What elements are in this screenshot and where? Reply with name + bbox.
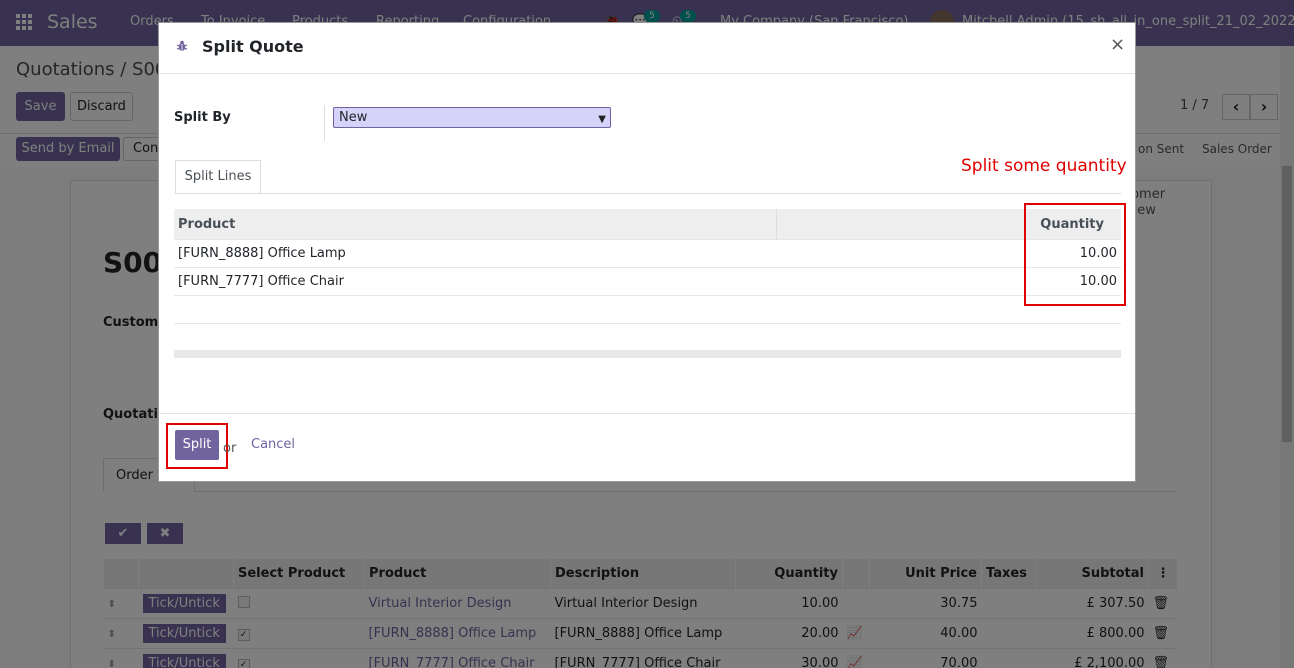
- tab-split-lines[interactable]: Split Lines: [175, 160, 261, 194]
- line-product[interactable]: [FURN_8888] Office Lamp: [174, 239, 1031, 268]
- split-lines-header: Product Quantity: [174, 209, 1121, 240]
- close-icon[interactable]: ×: [1110, 34, 1125, 55]
- split-by-value: New: [339, 110, 368, 125]
- col-product[interactable]: Product: [174, 209, 777, 240]
- split-lines-table: Product Quantity [FURN_8888] Office Lamp…: [174, 209, 1121, 324]
- field-divider: [324, 105, 325, 141]
- cancel-button[interactable]: Cancel: [251, 437, 295, 452]
- chevron-down-icon: ▼: [598, 114, 606, 125]
- dialog-title: Split Quote: [202, 37, 304, 56]
- split-by-label: Split By: [174, 110, 231, 125]
- line-product[interactable]: [FURN_7777] Office Chair: [174, 267, 1031, 296]
- split-quote-dialog: Split Quote × Split By New ▼ Split some …: [158, 22, 1136, 482]
- dialog-footer: Split or Cancel: [159, 413, 1135, 482]
- empty-cell: [174, 295, 1121, 324]
- split-by-select[interactable]: New ▼: [333, 107, 611, 128]
- table-row[interactable]: [FURN_8888] Office Lamp 10.00: [174, 239, 1121, 268]
- table-empty-row: [174, 295, 1121, 324]
- annotation-box-split: [166, 423, 228, 469]
- dialog-header: Split Quote ×: [159, 23, 1135, 74]
- or-text: or: [223, 441, 237, 456]
- annotation-split-quantity: Split some quantity: [961, 156, 1127, 176]
- col-spacer: [776, 209, 1031, 240]
- horizontal-scrollbar[interactable]: [174, 350, 1121, 358]
- tab-divider: [175, 193, 1121, 194]
- annotation-box-quantity: [1024, 203, 1126, 306]
- table-row[interactable]: [FURN_7777] Office Chair 10.00: [174, 267, 1121, 296]
- bug-icon: [176, 40, 188, 51]
